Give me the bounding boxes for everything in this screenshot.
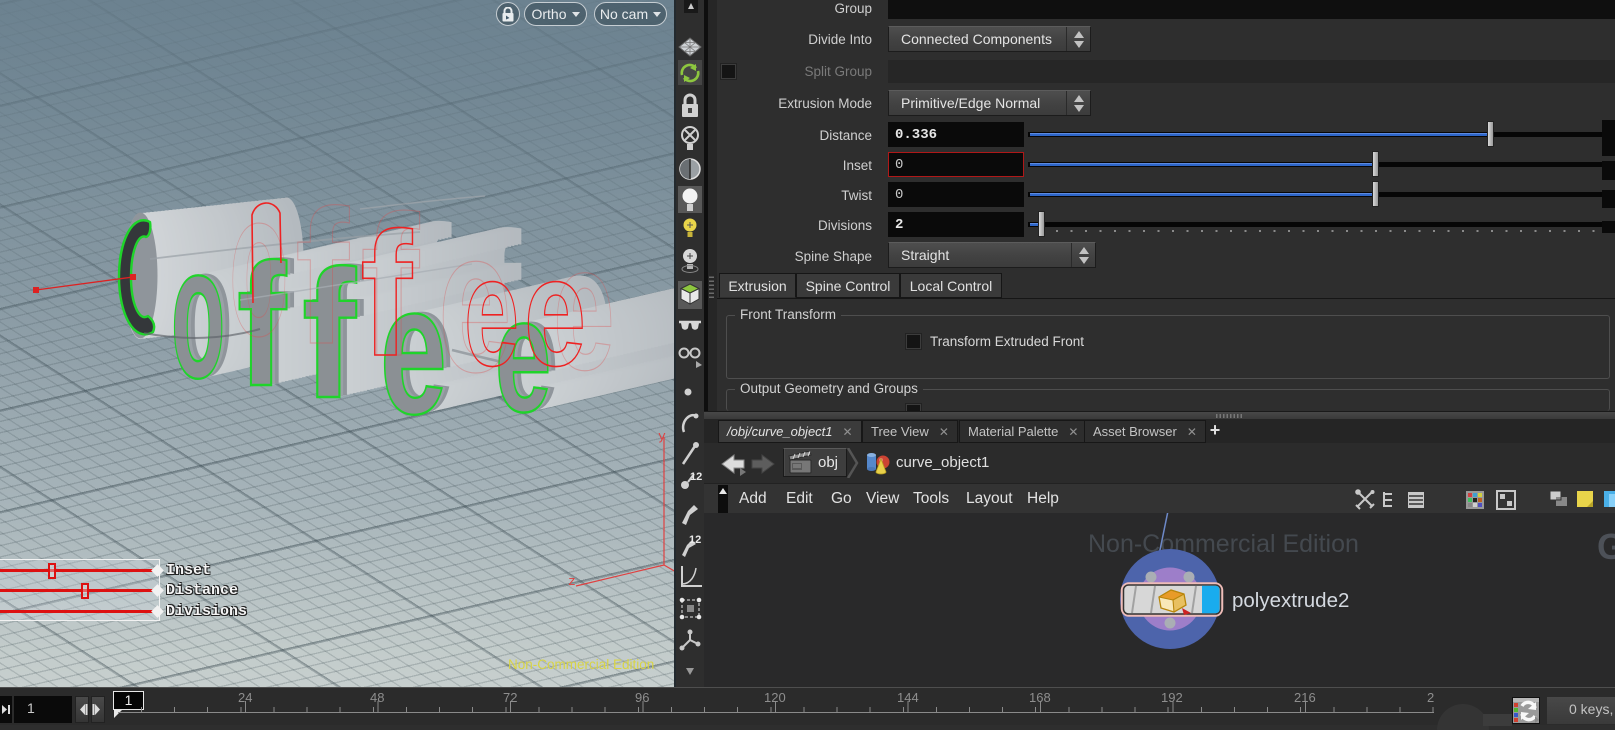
svg-text:z: z (568, 574, 576, 589)
svg-text:polyextrude2: polyextrude2 (1232, 589, 1349, 612)
svg-text:y: y (658, 429, 666, 444)
svg-text:f: f (360, 197, 413, 393)
svg-text:f: f (295, 171, 350, 384)
svg-text:e: e (524, 225, 586, 398)
svg-text:e: e (464, 224, 519, 398)
svg-text:12: 12 (689, 534, 701, 546)
svg-text:o: o (229, 148, 289, 380)
svg-text:12: 12 (690, 471, 702, 483)
